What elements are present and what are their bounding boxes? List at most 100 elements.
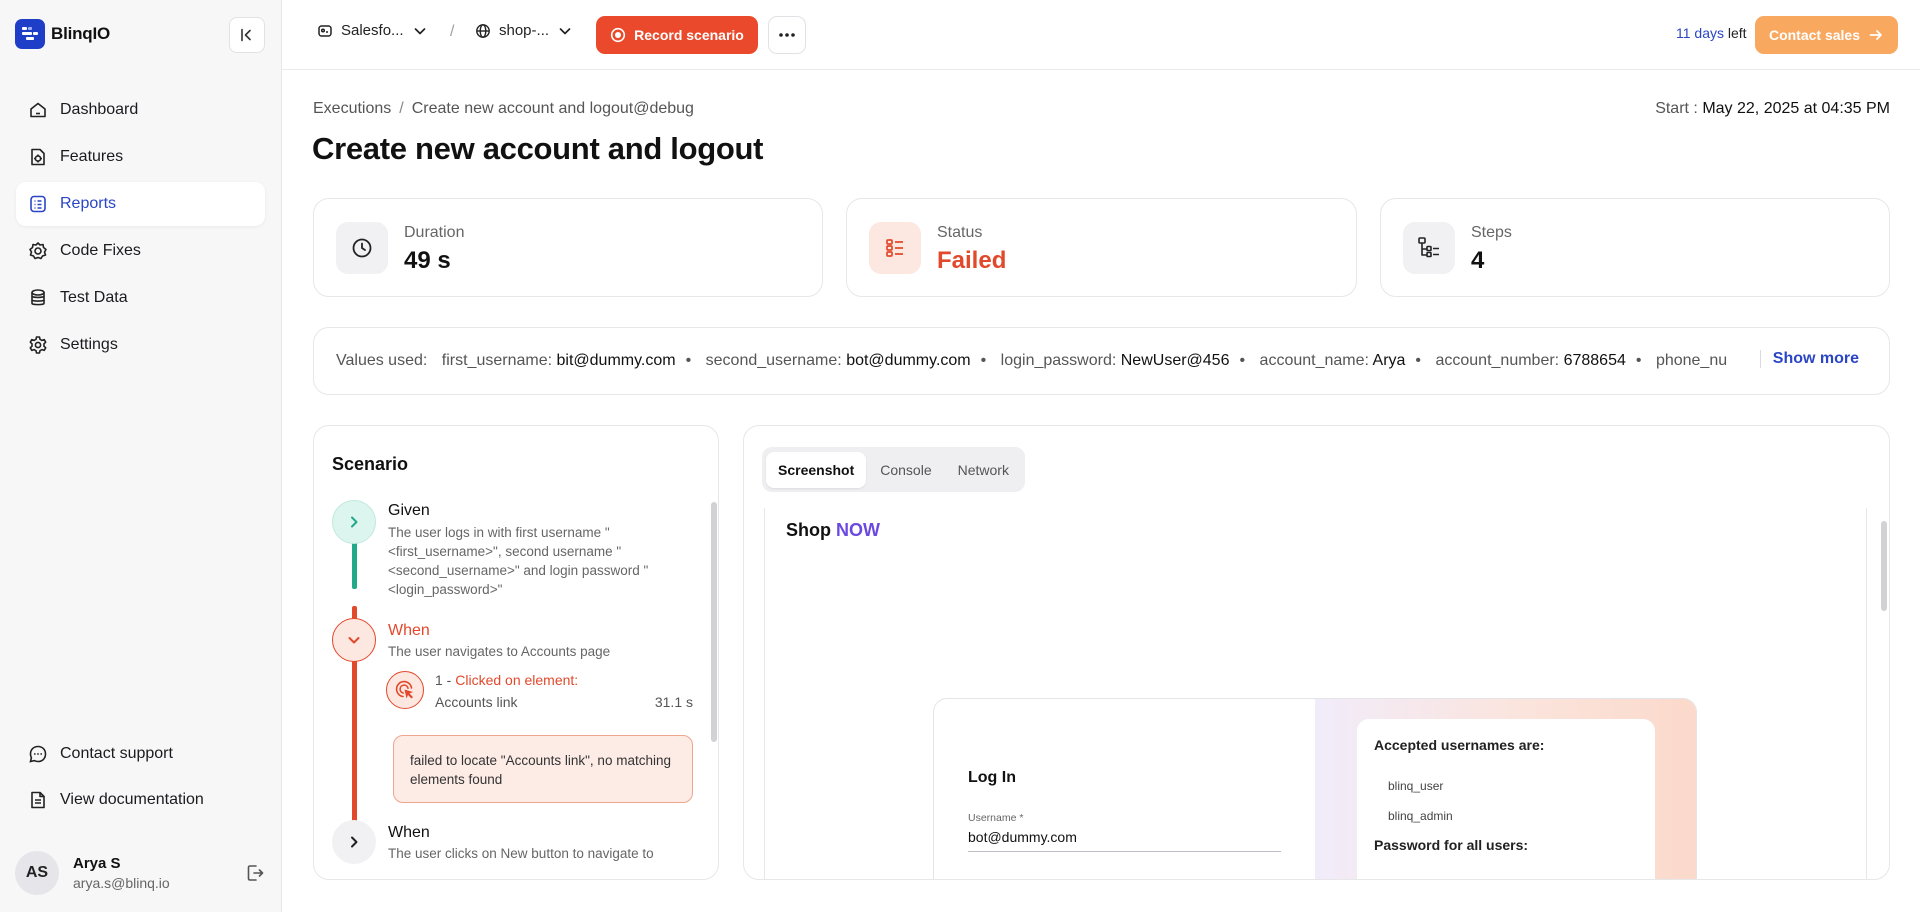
value-key: login_password: [1000,352,1117,369]
show-more-link[interactable]: Show more [1759,350,1859,368]
start-label: Start : [1655,100,1698,117]
scenario-panel: Scenario Given The user logs in with fir… [313,425,719,880]
collapse-left-icon [241,28,251,42]
record-icon [611,27,626,43]
value-key: account_number: [1435,352,1560,369]
step-3-expand-button[interactable] [332,820,376,864]
step-3-description: The user clicks on New button to navigat… [388,846,654,861]
logout-button[interactable] [245,863,265,888]
environment-selector[interactable]: shop-... [475,22,573,39]
sidebar-item-label: Code Fixes [60,242,141,259]
value-separator: • [1239,352,1246,369]
scrollbar-thumb[interactable] [711,502,717,742]
breadcrumb-root[interactable]: Executions [313,100,391,117]
chevron-down-icon [348,637,360,644]
contact-sales-button[interactable]: Contact sales [1755,16,1898,54]
chevron-right-icon [351,836,358,848]
sidebar-item-reports[interactable]: Reports [16,182,265,226]
sidebar-item-test-data[interactable]: Test Data [16,276,265,320]
record-scenario-button[interactable]: Record scenario [596,16,758,54]
tab-screenshot[interactable]: Screenshot [766,451,867,488]
username-underline [968,851,1281,852]
shop-logo: Shop NOW [786,520,880,541]
login-title: Log In [968,769,1016,786]
sidebar-item-settings[interactable]: Settings [16,323,265,367]
status-value: Failed [937,247,1007,274]
sidebar-item-label: Contact support [60,745,173,762]
breadcrumb-current: Create new account and logout@debug [411,100,694,117]
screenshot-scrollbar-thumb[interactable] [1881,521,1887,611]
value-key: first_username: [441,352,553,369]
password-title: Password for all users: [1374,837,1529,853]
sidebar-item-label: Reports [60,195,117,212]
arrow-right-icon [1869,30,1882,40]
scenario-title: Scenario [332,454,409,474]
logout-icon [247,865,264,881]
sidebar-item-label: Features [60,148,124,165]
value-item: second_username: bot@dummy.com [706,352,971,369]
top-bar: Salesfo... / shop-... Record scenario 11… [282,0,1920,70]
accepted-usernames-title: Accepted usernames are: [1374,737,1545,753]
duration-card: Duration 49 s [313,198,823,297]
start-value: May 22, 2025 at 04:35 PM [1702,100,1890,117]
collapse-sidebar-button[interactable] [229,17,265,53]
shop-logo-prefix: Shop [786,520,836,540]
project-selector[interactable]: Salesfo... [317,22,428,39]
brand-name: BlinqIO [51,24,111,43]
value-item: phone_nu [1656,352,1727,369]
more-options-button[interactable] [768,16,806,54]
value-item: login_password: NewUser@456 [1001,352,1230,369]
substep-action: Clicked on element: [455,672,579,688]
step-1-expand-button[interactable] [332,500,376,544]
step-2-collapse-button[interactable] [332,618,376,662]
duration-label: Duration [404,224,465,241]
tab-network[interactable]: Network [946,452,1021,488]
username-value: bot@dummy.com [968,829,1077,845]
value-val: 6788654 [1563,352,1626,369]
database-icon [31,289,45,306]
status-list-icon [869,222,921,274]
sidebar-bottom-links: Contact support View documentation [16,732,265,824]
selector-separator: / [450,23,455,40]
screenshot-viewer[interactable]: Shop NOW Log In Username * bot@dummy.com… [764,508,1867,879]
tab-console[interactable]: Console [868,452,943,488]
project-icon [318,24,332,37]
trial-suffix: left [1724,25,1747,41]
gear-icon [29,336,47,354]
chevron-down-icon [559,27,571,34]
sidebar-item-features[interactable]: Features [16,135,265,179]
step-2-description: The user navigates to Accounts page [388,644,611,659]
substep-header: 1 - Clicked on element: [435,672,578,688]
environment-name: shop-... [499,22,550,39]
user-profile[interactable]: AS Arya S arya.s@blinq.io [15,849,265,897]
values-used-list: Values used: first_username: bit@dummy.c… [336,352,1729,370]
scenario-scrollbar[interactable] [711,502,717,742]
step-2-keyword: When [388,622,430,639]
value-item: account_number: 6788654 [1435,352,1625,369]
shop-logo-suffix: NOW [836,520,880,540]
value-val: bit@dummy.com [556,352,676,369]
brand[interactable]: BlinqIO [15,19,110,49]
evidence-tabs: Screenshot Console Network [762,447,1025,492]
document-icon [31,791,45,809]
contact-sales-label: Contact sales [1768,27,1861,43]
steps-value: 4 [1471,247,1485,274]
substep-time: 31.1 s [654,694,693,710]
sidebar-item-dashboard[interactable]: Dashboard [16,88,265,132]
sidebar: BlinqIO Dashboard Features Reports Code … [0,0,282,912]
sidebar-item-contact-support[interactable]: Contact support [16,732,265,776]
sidebar-item-view-documentation[interactable]: View documentation [16,778,265,822]
sidebar-item-code-fixes[interactable]: Code Fixes [16,229,265,273]
sidebar-item-label: Settings [60,336,118,353]
value-key: account_name: [1259,352,1369,369]
more-horizontal-icon [779,33,795,37]
login-info-panel: Accepted usernames are: blinq_user blinq… [1315,699,1696,879]
trial-days: 11 days [1676,25,1724,41]
avatar: AS [15,851,59,895]
username-label: Username * [968,812,1024,824]
values-used-label: Values used: [336,352,428,369]
brand-logo-icon [15,19,45,49]
step-1-keyword: Given [388,502,430,519]
value-item: account_name: Arya [1260,352,1406,369]
sidebar-item-label: Test Data [60,289,128,306]
